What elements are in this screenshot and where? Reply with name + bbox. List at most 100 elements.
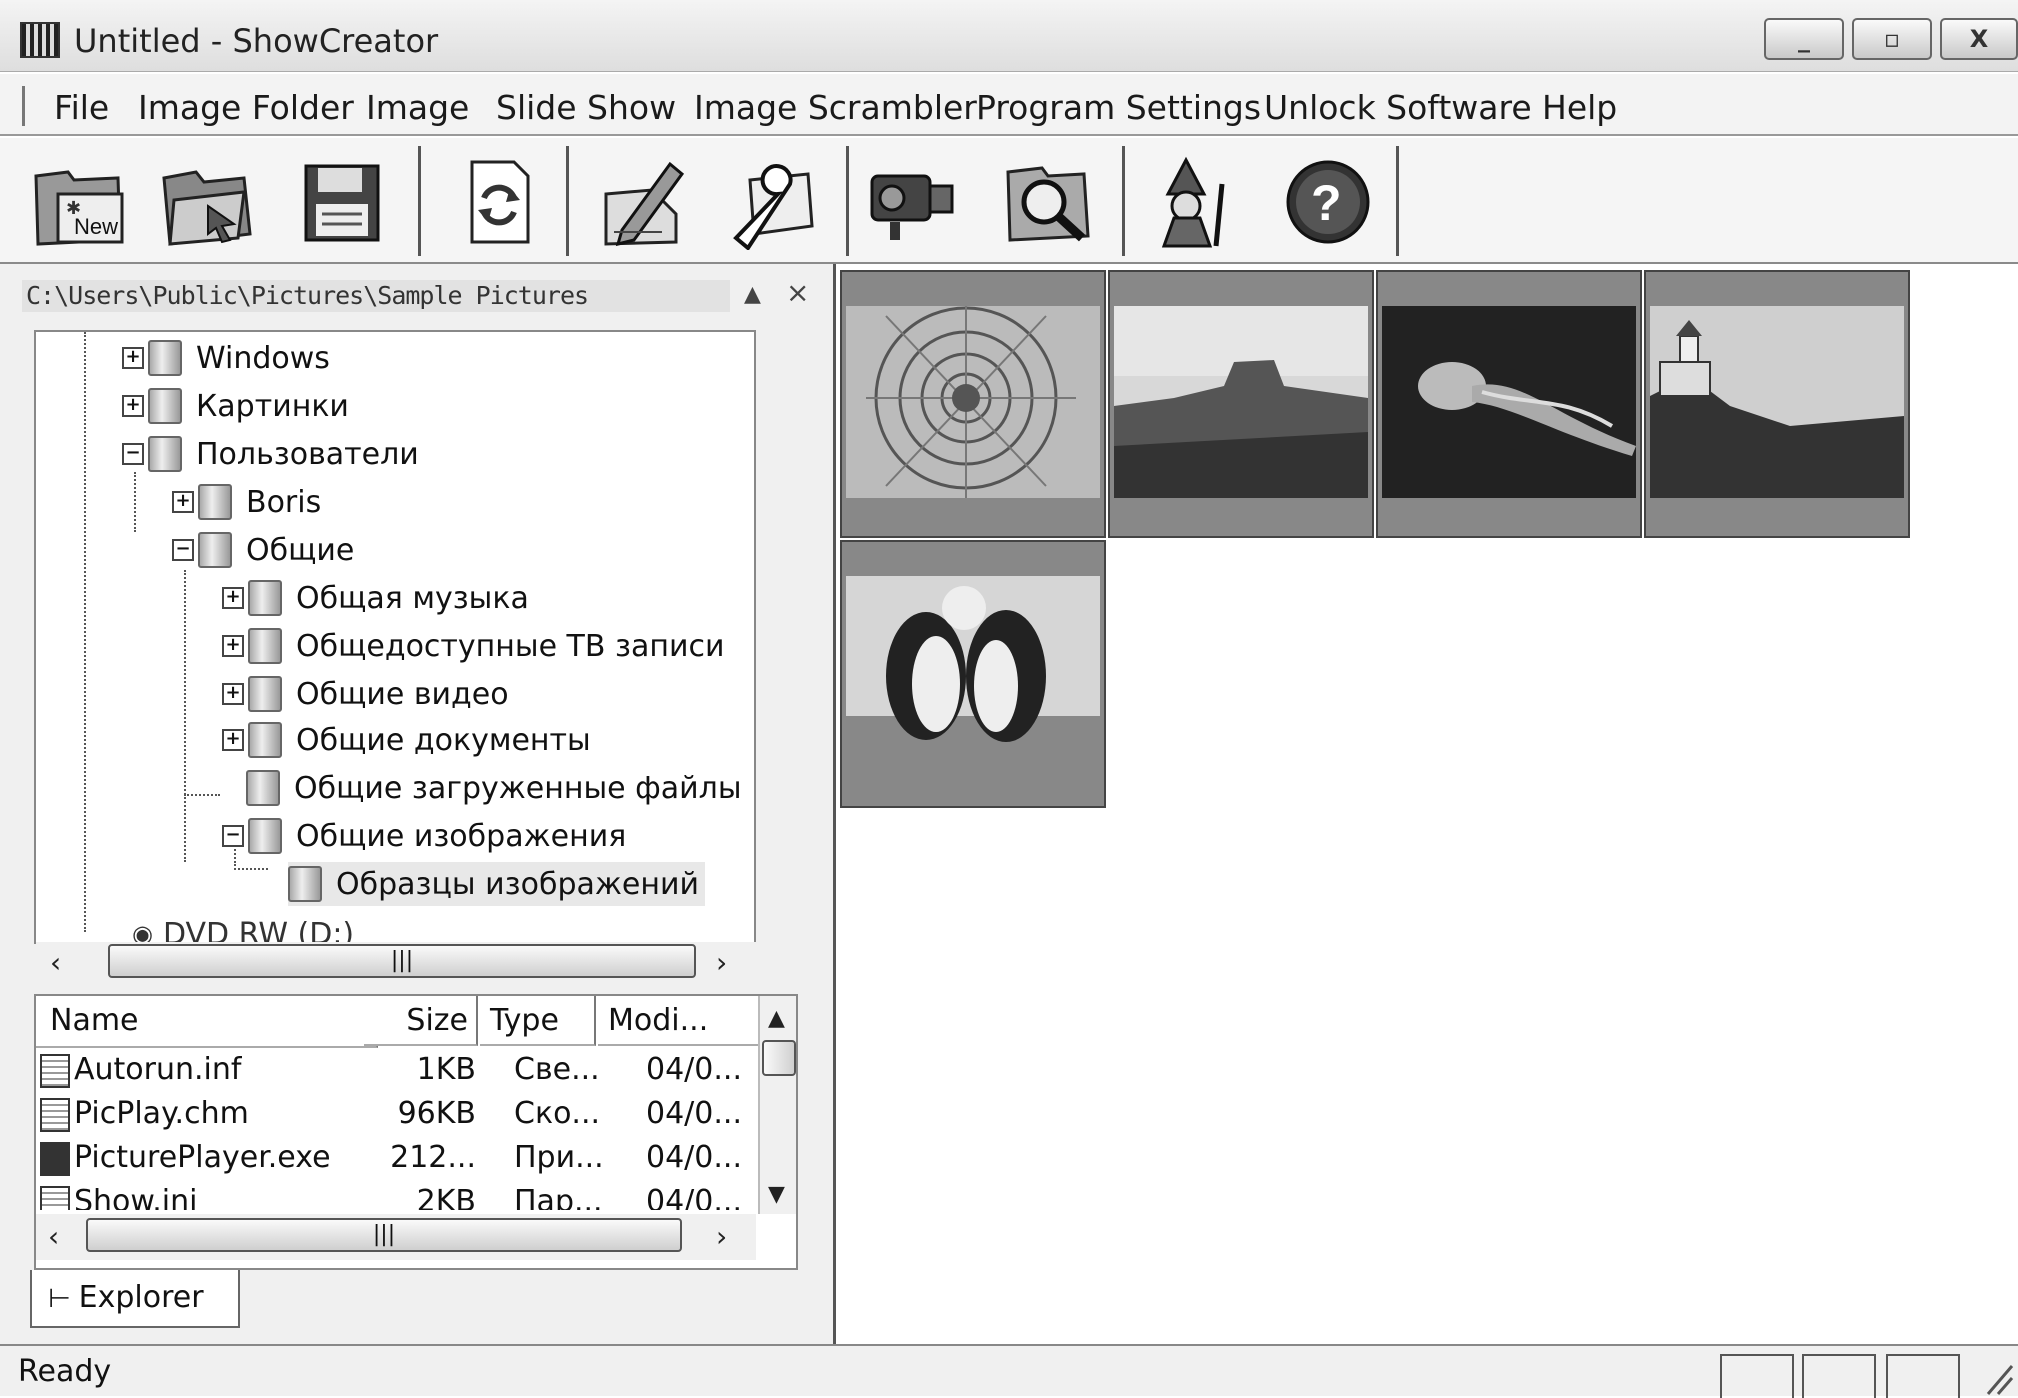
toolbar-separator — [566, 146, 569, 256]
menu-program-settings[interactable]: Program Settings — [976, 88, 1261, 127]
file-row[interactable]: Autorun.inf 1KB Све... 04/0... — [40, 1048, 756, 1092]
tree-horizontal-scrollbar[interactable]: ‹ ||| › — [36, 942, 756, 982]
menu-help[interactable]: Help — [1542, 88, 1617, 127]
column-header-size[interactable]: Size — [364, 996, 478, 1046]
tab-label: Explorer — [78, 1280, 204, 1315]
tree-item-public-music[interactable]: + Общая музыка — [222, 576, 529, 620]
file-name: PicturePlayer.exe — [74, 1140, 331, 1175]
open-show-button[interactable] — [152, 152, 264, 252]
file-list-hscroll-thumb[interactable]: ||| — [86, 1218, 682, 1252]
tree-label: Общие изображения — [296, 818, 627, 854]
minimize-button[interactable]: _ — [1764, 18, 1844, 60]
tree-label: Boris — [246, 484, 322, 520]
scroll-right-arrow[interactable]: › — [716, 1220, 727, 1253]
toolbar-separator — [846, 146, 849, 256]
tree-label: Картинки — [196, 388, 349, 424]
collapse-icon[interactable]: − — [122, 443, 144, 465]
menu-image-folder[interactable]: Image Folder — [138, 88, 354, 127]
expand-icon[interactable]: + — [222, 635, 244, 657]
menu-image[interactable]: Image — [366, 88, 469, 127]
tree-item-boris[interactable]: + Boris — [172, 480, 321, 524]
thumbnail-desert[interactable] — [1108, 270, 1374, 538]
tree-item-public-pictures[interactable]: − Общие изображения — [222, 814, 626, 858]
tree-item-users[interactable]: − Пользователи — [122, 432, 419, 476]
tree-item-public-video[interactable]: + Общие видео — [222, 672, 509, 716]
file-modified: 04/0... — [646, 1184, 742, 1210]
maximize-button[interactable]: ▫ — [1852, 18, 1932, 60]
menu-slide-show[interactable]: Slide Show — [496, 88, 676, 127]
file-row[interactable]: Show.ini 2KB Пар... 04/0... — [40, 1180, 756, 1210]
file-row[interactable]: PicPlay.chm 96KB Ско... 04/0... — [40, 1092, 756, 1136]
tree-hscroll-thumb[interactable]: ||| — [108, 944, 696, 978]
scroll-up-arrow[interactable]: ▲ — [768, 1006, 785, 1031]
dvd-drive-icon: ◉ — [132, 920, 153, 944]
tree-item-sample-pictures[interactable]: Образцы изображений — [288, 862, 705, 906]
collapse-icon[interactable]: − — [222, 825, 244, 847]
tree-item-windows[interactable]: + Windows — [122, 336, 330, 380]
thumbnail-jellyfish[interactable] — [1376, 270, 1642, 538]
refresh-button[interactable] — [442, 152, 554, 252]
tree-item-public[interactable]: − Общие — [172, 528, 354, 572]
scroll-down-arrow[interactable]: ▼ — [768, 1182, 785, 1207]
close-button[interactable]: X — [1940, 18, 2018, 60]
file-list-scroll-thumb[interactable] — [762, 1040, 796, 1076]
file-row[interactable]: PicturePlayer.exe 212... При... 04/0... — [40, 1136, 756, 1180]
thumbnail-area — [838, 264, 2018, 1344]
slide-show-button[interactable] — [860, 152, 972, 252]
collapse-icon[interactable]: − — [172, 539, 194, 561]
folder-tree[interactable]: + Windows + Картинки − Пользователи + Bo… — [34, 330, 756, 944]
tree-item-dvd-drive[interactable]: ◉ DVD RW (D:) — [132, 912, 354, 944]
save-show-button[interactable] — [286, 152, 398, 252]
open-folder-icon — [162, 170, 252, 246]
toolbar: New ✱ ? — [0, 138, 2018, 264]
expand-icon[interactable]: + — [122, 347, 144, 369]
column-header-name[interactable]: Name — [36, 996, 378, 1048]
menu-unlock-software[interactable]: Unlock Software — [1264, 88, 1532, 127]
expand-icon[interactable]: + — [122, 395, 144, 417]
tree-item-pictures[interactable]: + Картинки — [122, 384, 349, 428]
menu-grip — [22, 86, 25, 126]
edit-image-button[interactable] — [586, 152, 698, 252]
menu-image-scrambler[interactable]: Image Scrambler — [694, 88, 977, 127]
file-type: При... — [514, 1140, 604, 1175]
expand-icon[interactable]: + — [222, 729, 244, 751]
expand-icon[interactable]: + — [222, 683, 244, 705]
image-scrambler-button[interactable] — [1138, 152, 1250, 252]
file-name: Show.ini — [74, 1184, 198, 1210]
close-pane-icon[interactable]: × — [786, 276, 809, 309]
expand-icon[interactable]: + — [172, 491, 194, 513]
file-list[interactable]: Name Size Type Modi... Autorun.inf 1KB С… — [34, 994, 798, 1270]
file-list-vertical-scrollbar[interactable]: ▲ ▼ — [758, 996, 796, 1214]
resize-grip-icon[interactable] — [1984, 1360, 2014, 1396]
svg-text:✱: ✱ — [66, 198, 81, 219]
current-path: C:\Users\Public\Pictures\Sample Pictures — [22, 280, 730, 312]
tree-item-public-tv[interactable]: + Общедоступные ТВ записи — [222, 624, 724, 668]
folder-icon — [248, 818, 282, 854]
file-list-horizontal-scrollbar[interactable]: ‹ ||| › — [36, 1214, 756, 1260]
image-preview-button[interactable] — [990, 152, 1102, 252]
column-header-modified[interactable]: Modi... — [598, 996, 758, 1046]
new-show-button[interactable]: New ✱ — [22, 152, 134, 252]
explorer-tree-icon: ⊢ — [48, 1284, 71, 1314]
file-type: Све... — [514, 1052, 600, 1087]
file-modified: 04/0... — [646, 1052, 742, 1087]
thumbnail-lighthouse[interactable] — [1644, 270, 1910, 538]
thumbnail-chrysanthemum[interactable] — [840, 270, 1106, 538]
program-settings-button[interactable] — [714, 152, 826, 252]
tree-item-public-documents[interactable]: + Общие документы — [222, 718, 591, 762]
menu-file[interactable]: File — [54, 88, 109, 127]
scroll-left-arrow[interactable]: ‹ — [50, 946, 61, 979]
expand-icon[interactable]: + — [222, 587, 244, 609]
pin-pane-icon[interactable]: ▲ — [744, 282, 761, 307]
scroll-left-arrow[interactable]: ‹ — [48, 1220, 59, 1253]
scroll-right-arrow[interactable]: › — [716, 946, 727, 979]
help-file-icon — [40, 1097, 70, 1132]
column-header-type[interactable]: Type — [480, 996, 596, 1046]
tab-explorer[interactable]: ⊢ Explorer — [30, 1270, 240, 1328]
tree-label: Общие загруженные файлы — [294, 770, 742, 806]
help-button[interactable]: ? — [1272, 152, 1384, 252]
thumbnail-penguins[interactable] — [840, 540, 1106, 808]
config-file-icon — [40, 1185, 70, 1210]
tree-item-public-downloads[interactable]: Общие загруженные файлы — [246, 766, 742, 810]
tree-vertical-scrollbar[interactable]: ▲ ≡ ▼ — [754, 332, 756, 944]
